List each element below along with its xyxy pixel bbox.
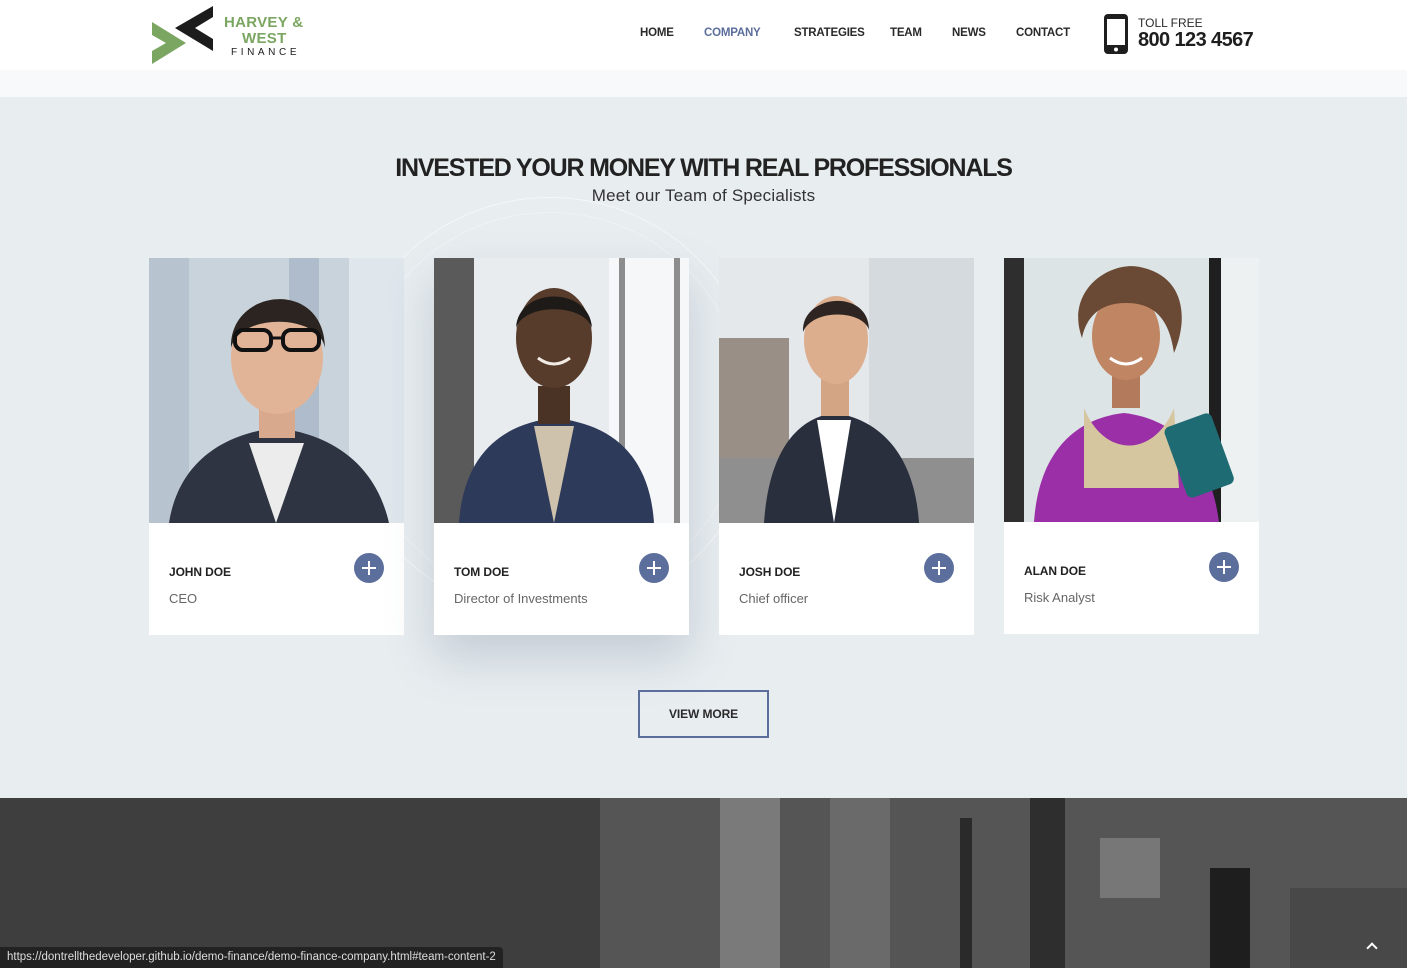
section-title: INVESTED YOUR MONEY WITH REAL PROFESSION…	[395, 154, 1013, 182]
team-member-name: JOHN DOE	[169, 565, 231, 579]
logo-mark-icon	[152, 6, 213, 64]
plus-icon[interactable]	[924, 553, 954, 583]
team-member-role: Chief officer	[739, 591, 809, 606]
nav-team[interactable]: TEAM	[890, 27, 922, 39]
logo-text-line2: WEST	[242, 30, 287, 47]
plus-icon[interactable]	[639, 553, 669, 583]
nav-home[interactable]: HOME	[640, 27, 674, 39]
smartphone-icon	[1103, 14, 1129, 54]
team-member-role: CEO	[169, 591, 198, 606]
toll-free-label: TOLL FREE	[1138, 16, 1203, 30]
team-card[interactable]: TOM DOE Director of Investments	[434, 258, 689, 635]
nav-contact[interactable]: CONTACT	[1016, 27, 1070, 39]
dark-image-section	[0, 798, 1407, 968]
nav-strategies[interactable]: STRATEGIES	[794, 27, 865, 39]
team-member-name: TOM DOE	[454, 565, 510, 579]
team-member-role: Director of Investments	[454, 591, 588, 606]
logo-text-line1: HARVEY &	[224, 14, 304, 31]
logo-text-line3: FINANCE	[231, 47, 301, 58]
team-member-photo	[719, 258, 974, 523]
toll-free-number[interactable]: 800 123 4567	[1138, 29, 1254, 52]
header-bottom-strip	[0, 70, 1407, 97]
nav-news[interactable]: NEWS	[952, 27, 986, 39]
team-member-name: JOSH DOE	[739, 565, 801, 579]
logo[interactable]: HARVEY & WEST FINANCE	[150, 6, 310, 66]
site-header: HARVEY & WEST FINANCE HOME COMPANY STRAT…	[0, 0, 1407, 97]
background-photo	[0, 798, 1407, 968]
team-card[interactable]: JOSH DOE Chief officer	[719, 258, 974, 635]
view-more-button[interactable]: VIEW MORE	[638, 690, 769, 738]
team-member-photo	[434, 258, 689, 523]
plus-icon[interactable]	[1209, 552, 1239, 582]
team-member-name: ALAN DOE	[1024, 564, 1086, 578]
browser-status-url: https://dontrellthedeveloper.github.io/d…	[0, 947, 503, 968]
chevron-up-icon[interactable]	[1358, 934, 1386, 958]
team-card[interactable]: ALAN DOE Risk Analyst	[1004, 258, 1259, 634]
section-subtitle: Meet our Team of Specialists	[591, 186, 816, 205]
team-member-role: Risk Analyst	[1024, 590, 1095, 605]
team-card[interactable]: JOHN DOE CEO	[149, 258, 404, 635]
nav-company[interactable]: COMPANY	[704, 27, 761, 39]
plus-icon[interactable]	[354, 553, 384, 583]
team-member-photo	[149, 258, 404, 523]
team-section: INVESTED YOUR MONEY WITH REAL PROFESSION…	[0, 97, 1407, 798]
team-member-photo	[1004, 258, 1259, 522]
